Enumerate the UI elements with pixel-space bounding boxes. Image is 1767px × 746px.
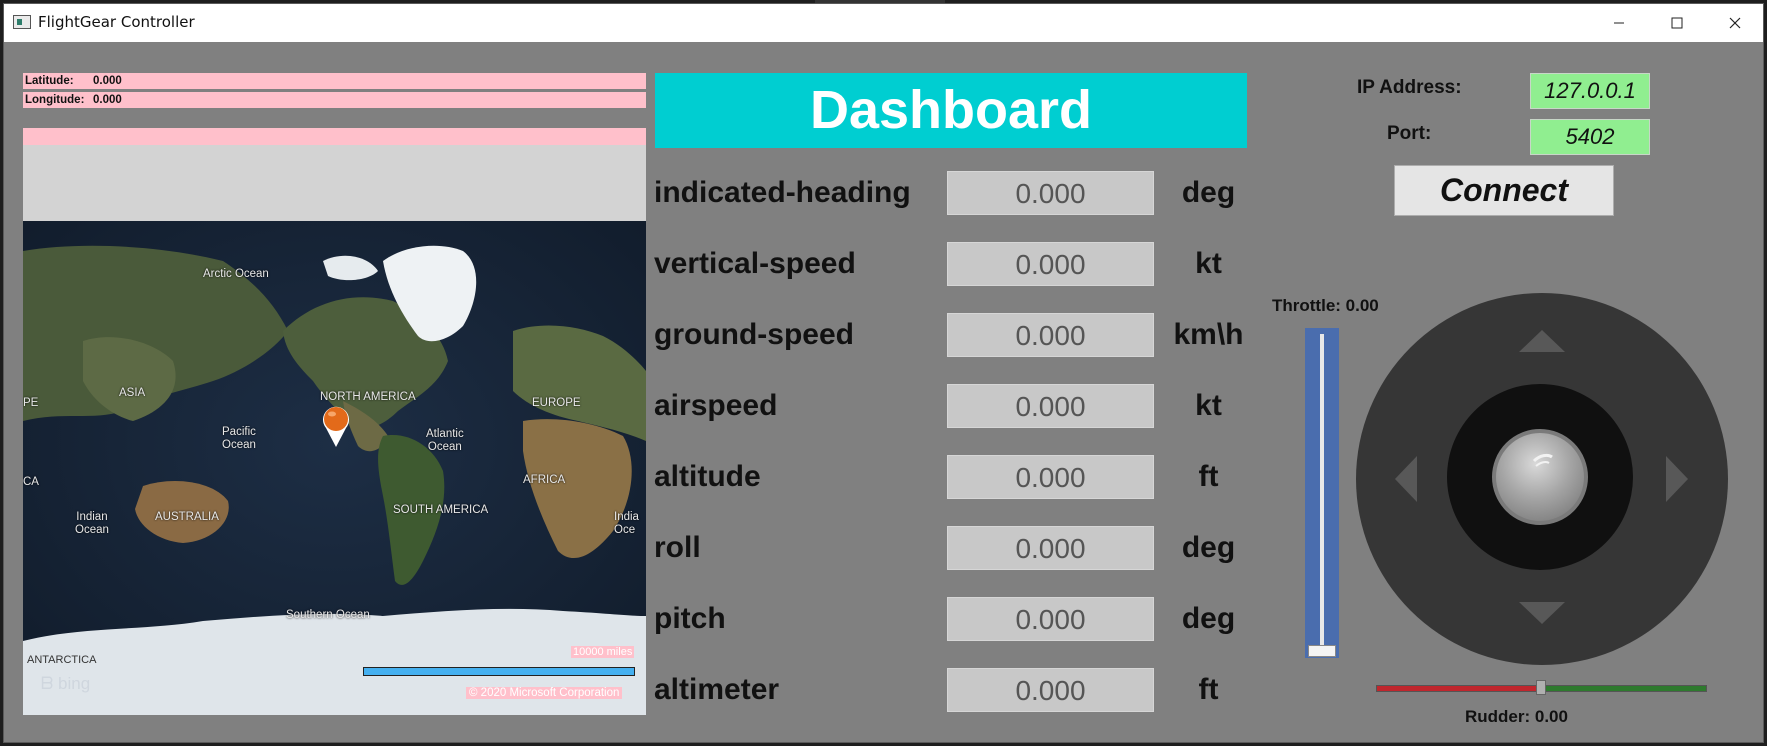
row-label: altimeter <box>654 673 780 706</box>
close-button[interactable] <box>1706 4 1763 42</box>
map-toolbar-area <box>23 145 646 221</box>
joystick-up-arrow-icon <box>1519 330 1565 352</box>
rudder-label: Rudder: 0.00 <box>1465 707 1568 726</box>
latitude-value: 0.000 <box>93 75 122 87</box>
row-value-box: 0.000 <box>947 668 1154 712</box>
dashboard-row-altimeter: altimeter 0.000 ft <box>654 668 1254 714</box>
row-value-box: 0.000 <box>947 171 1154 215</box>
row-value-box: 0.000 <box>947 242 1154 286</box>
map-label-southern-ocean: Southern Ocean <box>286 609 370 621</box>
joystick-right-arrow-icon <box>1666 456 1688 502</box>
map-scale-label: 10000 miles <box>571 646 635 658</box>
row-value-box: 0.000 <box>947 455 1154 499</box>
connect-button[interactable]: Connect <box>1394 165 1614 216</box>
minimize-button[interactable] <box>1590 4 1648 42</box>
rudder-slider-right-track[interactable] <box>1541 685 1707 692</box>
longitude-row: Longitude: 0.000 <box>23 92 646 108</box>
port-input[interactable]: 5402 <box>1530 119 1650 155</box>
row-label: vertical-speed <box>654 247 856 280</box>
dashboard-title: Dashboard <box>655 73 1247 148</box>
port-label: Port: <box>1387 123 1432 144</box>
row-unit: ft <box>1198 460 1219 493</box>
ip-address-input[interactable]: 127.0.0.1 <box>1530 73 1650 109</box>
row-value-box: 0.000 <box>947 597 1154 641</box>
dashboard-row-pitch: pitch 0.000 deg <box>654 597 1254 643</box>
dashboard-row-vertical-speed: vertical-speed 0.000 kt <box>654 242 1254 288</box>
map-label-indian-ocean: Indian Ocean <box>75 511 109 536</box>
row-label: ground-speed <box>654 318 854 351</box>
throttle-label: Throttle: 0.00 <box>1272 296 1379 315</box>
dashboard-row-airspeed: airspeed 0.000 kt <box>654 384 1254 430</box>
row-label: pitch <box>654 602 726 635</box>
map-label-south-america: SOUTH AMERICA <box>393 504 489 516</box>
map-label-africa: AFRICA <box>523 474 566 486</box>
map-copyright: © 2020 Microsoft Corporation <box>466 687 623 699</box>
row-label: airspeed <box>654 389 778 422</box>
latitude-row: Latitude: 0.000 <box>23 73 646 89</box>
row-unit: kt <box>1195 389 1222 422</box>
title-bar[interactable]: FlightGear Controller <box>4 4 1763 42</box>
app-window: FlightGear Controller Latitude: 0.000 Lo… <box>3 3 1764 743</box>
row-unit: deg <box>1181 176 1236 209</box>
row-value-box: 0.000 <box>947 313 1154 357</box>
rudder-slider-thumb[interactable] <box>1536 680 1546 695</box>
maximize-button[interactable] <box>1648 4 1706 42</box>
ip-address-label: IP Address: <box>1357 77 1462 98</box>
map-label-north-america: NORTH AMERICA <box>320 391 416 403</box>
row-label: roll <box>654 531 701 564</box>
map-label-asia: ASIA <box>119 387 146 399</box>
throttle-slider[interactable] <box>1305 328 1339 658</box>
row-label: altitude <box>654 460 761 493</box>
map-label-europe: EUROPE <box>532 397 581 409</box>
row-value-box: 0.000 <box>947 526 1154 570</box>
joystick-left-arrow-icon <box>1395 456 1417 502</box>
longitude-value: 0.000 <box>93 94 122 106</box>
maximize-icon <box>1671 17 1683 29</box>
map-label-edge-india: India Oce <box>614 511 639 536</box>
row-unit: ft <box>1198 673 1219 706</box>
location-pin-icon[interactable] <box>320 404 352 448</box>
minimize-icon <box>1614 22 1624 24</box>
longitude-label: Longitude: <box>25 94 85 106</box>
row-label: indicated-heading <box>654 176 911 209</box>
map-imagery <box>23 221 646 715</box>
map-label-atlantic-ocean: Atlantic Ocean <box>426 428 464 453</box>
map-label-australia: AUSTRALIA <box>155 511 219 523</box>
map-label-edge-ca: CA <box>23 476 39 488</box>
joystick-down-arrow-icon <box>1519 602 1565 624</box>
row-unit: kt <box>1195 247 1222 280</box>
map-label-pacific-ocean: Pacific Ocean <box>222 426 256 451</box>
bing-logo: ᗷ bing <box>41 674 90 694</box>
bing-icon: ᗷ <box>41 674 54 693</box>
row-unit: deg <box>1181 531 1236 564</box>
window-title: FlightGear Controller <box>38 13 195 31</box>
world-map[interactable]: Arctic Ocean ASIA NORTH AMERICA EUROPE P… <box>23 221 646 715</box>
latitude-label: Latitude: <box>25 75 74 87</box>
map-label-arctic-ocean: Arctic Ocean <box>203 268 269 280</box>
throttle-slider-thumb[interactable] <box>1308 645 1336 657</box>
map-label-antarctica: ANTARCTICA <box>27 654 97 666</box>
map-label-edge-pe: PE <box>23 397 39 409</box>
close-icon <box>1729 17 1741 29</box>
dashboard-row-ground-speed: ground-speed 0.000 km\h <box>654 313 1254 359</box>
dashboard-row-altitude: altitude 0.000 ft <box>654 455 1254 501</box>
app-icon <box>13 15 31 29</box>
joystick-highlight-icon <box>1532 453 1553 467</box>
row-value-box: 0.000 <box>947 384 1154 428</box>
joystick-knob[interactable] <box>1492 429 1588 525</box>
rudder-slider-left-track[interactable] <box>1376 685 1543 692</box>
row-unit: km\h <box>1173 318 1244 351</box>
dashboard-row-roll: roll 0.000 deg <box>654 526 1254 572</box>
row-unit: deg <box>1181 602 1236 635</box>
map-scale-bar <box>363 667 635 676</box>
bing-logo-text: bing <box>58 674 91 693</box>
map-header-bar <box>23 128 646 145</box>
dashboard-row-indicated-heading: indicated-heading 0.000 deg <box>654 171 1254 217</box>
